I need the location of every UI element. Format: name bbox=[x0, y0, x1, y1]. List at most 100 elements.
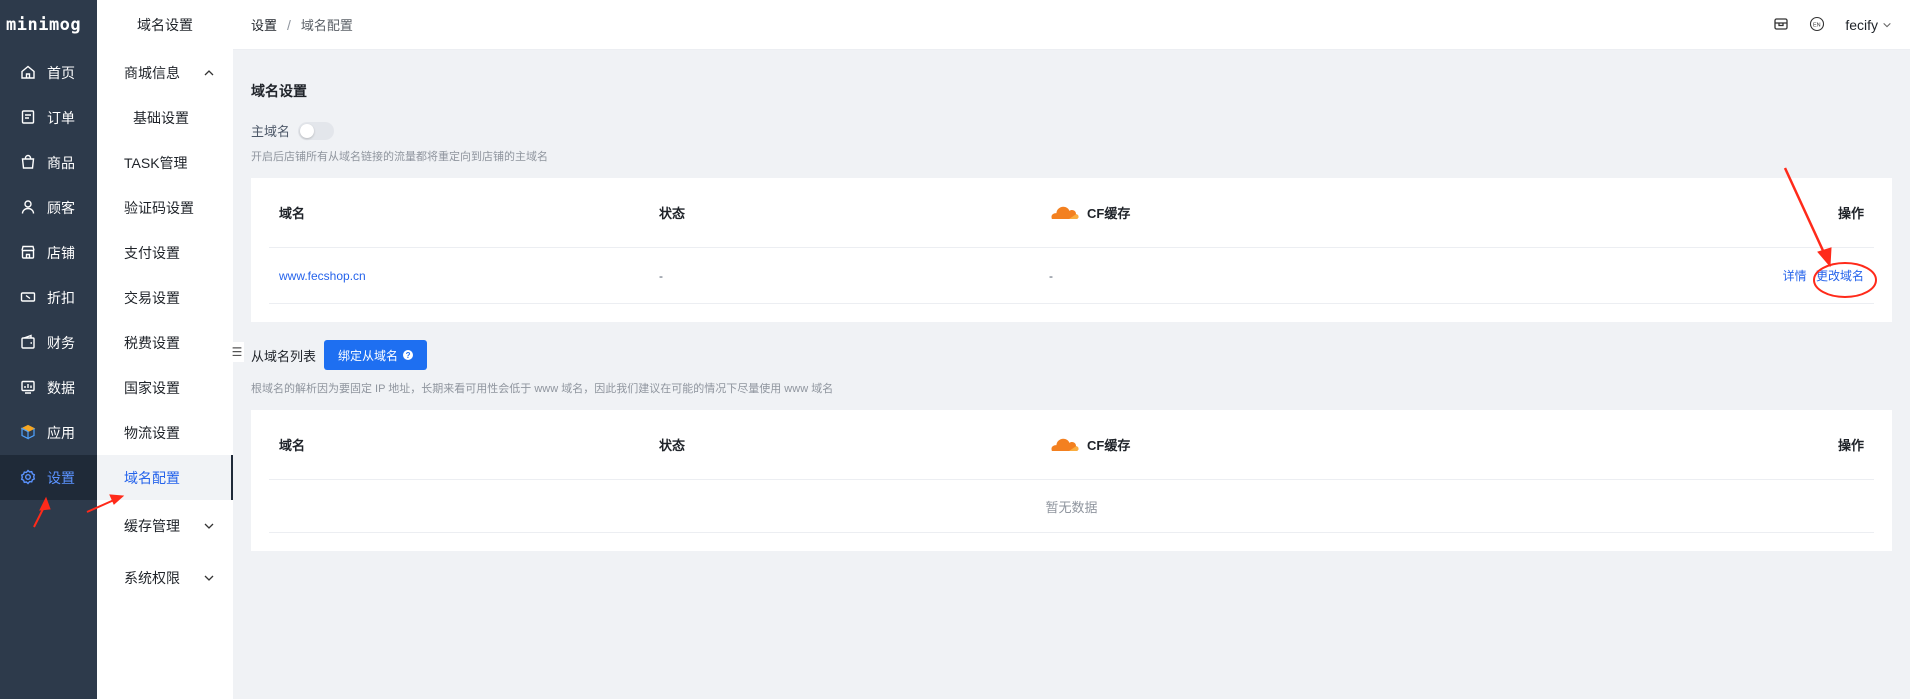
subnav-item-label: 国家设置 bbox=[124, 379, 180, 396]
empty-state: 暂无数据 bbox=[269, 480, 1874, 533]
subnav-item-payment[interactable]: 支付设置 bbox=[97, 230, 233, 275]
nav-item-discounts[interactable]: 折扣 bbox=[0, 275, 97, 320]
subnav-item-label: 基础设置 bbox=[133, 109, 189, 126]
nav-item-label: 财务 bbox=[47, 334, 75, 351]
card-padding bbox=[269, 304, 1874, 322]
breadcrumb-separator: / bbox=[287, 16, 291, 33]
subnav-item-cache[interactable]: 缓存管理 bbox=[97, 500, 233, 552]
sub-domain-title: 从域名列表 bbox=[251, 348, 317, 364]
nav-item-products[interactable]: 商品 bbox=[0, 140, 97, 185]
user-name: fecify bbox=[1845, 16, 1878, 33]
col-actions: 操作 bbox=[1837, 206, 1864, 221]
nav-item-label: 首页 bbox=[47, 64, 75, 81]
domain-link[interactable]: www.fecshop.cn bbox=[279, 269, 366, 283]
subnav-item-label: 支付设置 bbox=[124, 244, 180, 261]
subnav-item-label: 商城信息 bbox=[124, 64, 180, 81]
chart-icon bbox=[20, 379, 37, 396]
subnav-item-shipping[interactable]: 物流设置 bbox=[97, 410, 233, 455]
nav-item-orders[interactable]: 订单 bbox=[0, 95, 97, 140]
wallet-icon bbox=[20, 334, 37, 351]
main-content: 域名设置 主域名 开启后店铺所有从域名链接的流量都将重定向到店铺的主域名 域名 … bbox=[233, 50, 1910, 699]
settings-subnav: 域名设置 商城信息 基础设置 TASK管理 验证码设置 支付设置 交易设置 税费… bbox=[97, 0, 233, 699]
subnav-item-permissions[interactable]: 系统权限 bbox=[97, 552, 233, 604]
col-cf-label: CF缓存 bbox=[1087, 206, 1131, 221]
col-cf-cache: CF缓存 bbox=[1049, 435, 1734, 454]
subnav-item-store-info[interactable]: 商城信息 bbox=[97, 50, 233, 95]
subnav-item-task[interactable]: TASK管理 bbox=[97, 140, 233, 185]
subnav-item-checkout[interactable]: 交易设置 bbox=[97, 275, 233, 320]
subnav-item-label: 系统权限 bbox=[124, 570, 180, 586]
table-header: 域名 状态 CF缓存 操作 bbox=[269, 410, 1874, 480]
nav-item-label: 订单 bbox=[47, 109, 75, 126]
bag-icon bbox=[20, 154, 37, 171]
subnav-item-label: 缓存管理 bbox=[124, 518, 180, 534]
primary-domain-row: 主域名 bbox=[251, 121, 1892, 140]
primary-domain-table: 域名 状态 CF缓存 操作 www.fecshop.cn - - 详情 更改域名 bbox=[251, 178, 1892, 322]
sub-domain-header: 从域名列表 绑定从域名 ? bbox=[251, 340, 1892, 370]
card-padding bbox=[269, 533, 1874, 551]
col-cf-label: CF缓存 bbox=[1087, 438, 1131, 453]
subnav-item-country[interactable]: 国家设置 bbox=[97, 365, 233, 410]
gear-icon bbox=[20, 469, 37, 486]
breadcrumb-root[interactable]: 设置 bbox=[251, 15, 277, 34]
breadcrumb: 设置 / 域名配置 bbox=[251, 15, 353, 34]
col-domain: 域名 bbox=[279, 206, 306, 221]
bind-sub-domain-label: 绑定从域名 bbox=[338, 348, 399, 363]
nav-item-finance[interactable]: 财务 bbox=[0, 320, 97, 365]
subnav-item-label: 验证码设置 bbox=[124, 199, 194, 216]
col-status: 状态 bbox=[659, 206, 686, 221]
subnav-item-domain[interactable]: 域名配置 bbox=[97, 455, 233, 500]
main-sidebar: minimog 首页 订单 商品 顾客 店铺 折扣 财务 数据 应用 设置 bbox=[0, 0, 97, 699]
home-icon bbox=[20, 64, 37, 81]
subnav-item-label: 域名配置 bbox=[124, 469, 180, 486]
nav-item-label: 商品 bbox=[47, 154, 75, 171]
nav-item-store[interactable]: 店铺 bbox=[0, 230, 97, 275]
breadcrumb-current: 域名配置 bbox=[300, 18, 353, 33]
nav-item-customers[interactable]: 顾客 bbox=[0, 185, 97, 230]
help-icon: ? bbox=[403, 350, 414, 360]
subnav-item-label: TASK管理 bbox=[124, 154, 188, 171]
detail-link[interactable]: 详情 bbox=[1783, 269, 1807, 283]
col-domain: 域名 bbox=[279, 438, 306, 453]
cloudflare-icon bbox=[1051, 206, 1079, 219]
bind-sub-domain-button[interactable]: 绑定从域名 ? bbox=[324, 340, 428, 370]
storefront-icon[interactable] bbox=[1773, 16, 1791, 34]
nav-item-settings[interactable]: 设置 bbox=[0, 455, 97, 500]
subnav-title: 域名设置 bbox=[137, 17, 193, 33]
language-icon[interactable]: EN bbox=[1809, 16, 1827, 34]
nav-item-home[interactable]: 首页 bbox=[0, 50, 97, 95]
cloudflare-icon bbox=[1051, 438, 1079, 451]
nav-item-label: 数据 bbox=[47, 379, 75, 396]
nav-item-label: 应用 bbox=[47, 424, 75, 441]
ticket-icon bbox=[20, 289, 37, 306]
user-menu[interactable]: fecify bbox=[1845, 17, 1892, 33]
primary-domain-hint: 开启后店铺所有从域名链接的流量都将重定向到店铺的主域名 bbox=[251, 151, 548, 163]
section-title: 域名设置 bbox=[251, 83, 307, 99]
subnav-item-tax[interactable]: 税费设置 bbox=[97, 320, 233, 365]
col-actions: 操作 bbox=[1837, 438, 1864, 453]
nav-item-analytics[interactable]: 数据 bbox=[0, 365, 97, 410]
chevron-down-icon bbox=[1883, 22, 1891, 27]
subnav-item-basic-settings[interactable]: 基础设置 bbox=[97, 95, 233, 140]
primary-domain-label: 主域名 bbox=[251, 124, 291, 139]
domain-status: - bbox=[659, 268, 663, 283]
col-status: 状态 bbox=[659, 438, 686, 453]
chevron-down-icon bbox=[204, 575, 214, 581]
top-header: 设置 / 域名配置 EN fecify bbox=[233, 0, 1910, 50]
nav-item-label: 店铺 bbox=[47, 244, 75, 261]
order-icon bbox=[20, 109, 37, 126]
cube-icon bbox=[20, 424, 37, 441]
header-actions: EN fecify bbox=[1773, 16, 1892, 34]
nav-item-apps[interactable]: 应用 bbox=[0, 410, 97, 455]
nav-item-label: 折扣 bbox=[47, 289, 75, 306]
primary-domain-toggle[interactable] bbox=[298, 121, 335, 140]
chevron-down-icon bbox=[204, 523, 214, 529]
nav-item-label: 顾客 bbox=[47, 199, 75, 216]
subnav-item-captcha[interactable]: 验证码设置 bbox=[97, 185, 233, 230]
change-domain-link[interactable]: 更改域名 bbox=[1816, 269, 1864, 283]
store-icon bbox=[20, 244, 37, 261]
user-icon bbox=[20, 199, 37, 216]
sub-domain-hint: 根域名的解析因为要固定 IP 地址，长期来看可用性会低于 www 域名，因此我们… bbox=[251, 383, 834, 395]
table-header: 域名 状态 CF缓存 操作 bbox=[269, 178, 1874, 248]
brand-logo[interactable]: minimog bbox=[0, 0, 97, 50]
